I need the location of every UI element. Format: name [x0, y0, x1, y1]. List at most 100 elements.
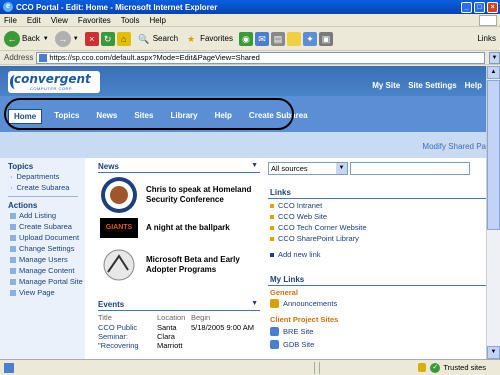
back-label: Back — [22, 34, 40, 43]
links-toolbar[interactable]: Links — [477, 34, 496, 43]
search-label: Search — [152, 34, 179, 43]
chevron-down-icon[interactable]: ▼ — [251, 162, 258, 169]
chevron-down-icon: ▼ — [336, 163, 347, 174]
favorites-button[interactable]: ★ Favorites — [184, 32, 233, 46]
sidebar-item-departments[interactable]: · Departments — [10, 171, 85, 182]
add-link-label: Add new link — [278, 250, 321, 259]
forward-button[interactable]: → ▼ — [54, 30, 79, 47]
zone-label: Trusted sites — [443, 363, 486, 372]
action-manage-content[interactable]: Manage Content — [10, 265, 85, 276]
action-add-listing[interactable]: Add Listing — [10, 210, 85, 221]
vertical-scrollbar[interactable]: ▲ ▼ — [486, 66, 500, 359]
link-announcements[interactable]: Announcements — [270, 299, 337, 308]
action-manage-portal-site[interactable]: Manage Portal Site — [10, 276, 85, 287]
research-icon[interactable]: ▣ — [318, 31, 333, 46]
page-icon — [4, 362, 14, 373]
link-cco-tech-corner[interactable]: CCO Tech Corner Website — [270, 223, 367, 232]
close-button[interactable]: × — [487, 1, 498, 13]
link-cco-sharepoint-library[interactable]: CCO SharePoint Library — [270, 234, 359, 243]
trusted-sites-icon: ✓ — [430, 362, 441, 373]
minimize-button[interactable]: _ — [461, 1, 472, 13]
favorites-label: Favorites — [200, 34, 233, 43]
action-label: Manage Users — [19, 255, 68, 264]
chevron-down-icon[interactable]: ▼ — [251, 300, 258, 307]
news-item-title[interactable]: A night at the ballpark — [146, 223, 256, 233]
search-icon: 🔍 — [138, 33, 150, 44]
my-site-link[interactable]: My Site — [372, 81, 400, 90]
divider — [8, 196, 78, 197]
action-manage-users[interactable]: Manage Users — [10, 254, 85, 265]
search-button[interactable]: 🔍 Search — [137, 32, 178, 46]
link-gdb-site[interactable]: GDB Site — [270, 340, 314, 349]
divider — [268, 285, 486, 286]
event-title-line: Seminar: — [98, 332, 129, 341]
menu-favorites[interactable]: Favorites — [78, 16, 111, 25]
chevron-down-icon[interactable]: ▼ — [73, 36, 79, 42]
address-dropdown-button[interactable]: ▼ — [489, 51, 500, 64]
menu-help[interactable]: Help — [149, 16, 165, 25]
maximize-button[interactable]: □ — [474, 1, 485, 13]
media-icon[interactable]: ◉ — [238, 31, 253, 46]
event-location-line: Marriott — [157, 341, 183, 350]
action-view-page[interactable]: View Page — [10, 287, 85, 298]
giants-logo: GIANTS — [100, 218, 138, 238]
news-item[interactable]: Microsoft Beta and Early Adopter Program… — [100, 246, 256, 284]
back-arrow-icon: ← — [4, 30, 20, 47]
action-upload-document[interactable]: Upload Document — [10, 232, 85, 243]
mail-icon[interactable]: ✉ — [254, 31, 269, 46]
address-url: https://sp.cco.com/default.aspx?Mode=Edi… — [49, 53, 260, 62]
modify-shared-page-link[interactable]: Modify Shared Pa — [422, 142, 486, 151]
back-button[interactable]: ← Back ▼ — [4, 30, 49, 47]
event-title-link[interactable]: CCO Public Seminar: "Recovering — [98, 323, 139, 350]
site-icon — [270, 340, 279, 349]
link-label: Announcements — [283, 299, 338, 308]
help-link[interactable]: Help — [465, 81, 482, 90]
action-change-settings[interactable]: Change Settings — [10, 243, 85, 254]
client-project-sites-header: Client Project Sites — [270, 315, 339, 324]
search-scope-value: All sources — [271, 164, 308, 173]
action-create-subarea[interactable]: Create Subarea — [10, 221, 85, 232]
action-label: Upload Document — [19, 233, 80, 242]
status-divider — [319, 361, 320, 374]
action-label: Manage Content — [19, 266, 75, 275]
link-cco-intranet[interactable]: CCO Intranet — [270, 201, 322, 210]
site-settings-link[interactable]: Site Settings — [408, 81, 456, 90]
address-label: Address — [4, 53, 34, 62]
scroll-down-button[interactable]: ▼ — [487, 346, 500, 359]
address-input[interactable]: https://sp.cco.com/default.aspx?Mode=Edi… — [36, 51, 485, 64]
news-item[interactable]: GIANTS A night at the ballpark — [100, 218, 256, 238]
menu-tools[interactable]: Tools — [121, 16, 140, 25]
topics-header: Topics — [8, 162, 34, 171]
link-label: CCO Web Site — [278, 212, 328, 221]
folder-icon[interactable] — [286, 31, 301, 46]
address-bar: Address https://sp.cco.com/default.aspx?… — [0, 51, 500, 65]
menu-view[interactable]: View — [51, 16, 68, 25]
chevron-down-icon[interactable]: ▼ — [43, 36, 49, 42]
scroll-thumb[interactable] — [487, 80, 500, 230]
add-new-link[interactable]: Add new link — [270, 250, 321, 259]
sidebar-item-create-subarea[interactable]: · Create Subarea — [10, 182, 85, 193]
print-icon[interactable]: ▤ — [270, 31, 285, 46]
bullet-icon — [270, 252, 274, 257]
events-header: Events ▼ — [98, 300, 260, 311]
bullet: · — [10, 172, 13, 181]
messenger-icon[interactable]: ✦ — [302, 31, 317, 46]
news-item-title[interactable]: Microsoft Beta and Early Adopter Program… — [146, 255, 256, 275]
highlight-oval — [4, 98, 294, 130]
scroll-up-button[interactable]: ▲ — [487, 66, 500, 79]
link-cco-web-site[interactable]: CCO Web Site — [270, 212, 327, 221]
menu-edit[interactable]: Edit — [27, 16, 41, 25]
news-item[interactable]: Chris to speak at Homeland Security Conf… — [100, 176, 256, 214]
action-label: Manage Portal Site — [19, 277, 83, 286]
news-item-title[interactable]: Chris to speak at Homeland Security Conf… — [146, 185, 256, 205]
link-label: CCO Tech Corner Website — [278, 223, 367, 232]
menu-file[interactable]: File — [4, 16, 17, 25]
stop-icon[interactable]: × — [84, 31, 99, 46]
home-icon[interactable]: ⌂ — [116, 31, 131, 46]
search-input[interactable] — [350, 162, 470, 175]
event-location-line: Santa — [157, 323, 177, 332]
link-bre-site[interactable]: BRE Site — [270, 327, 313, 336]
refresh-icon[interactable]: ↻ — [100, 31, 115, 46]
logo-subtext: COMPUTER CORP. — [30, 86, 74, 91]
search-scope-select[interactable]: All sources ▼ — [268, 162, 348, 175]
